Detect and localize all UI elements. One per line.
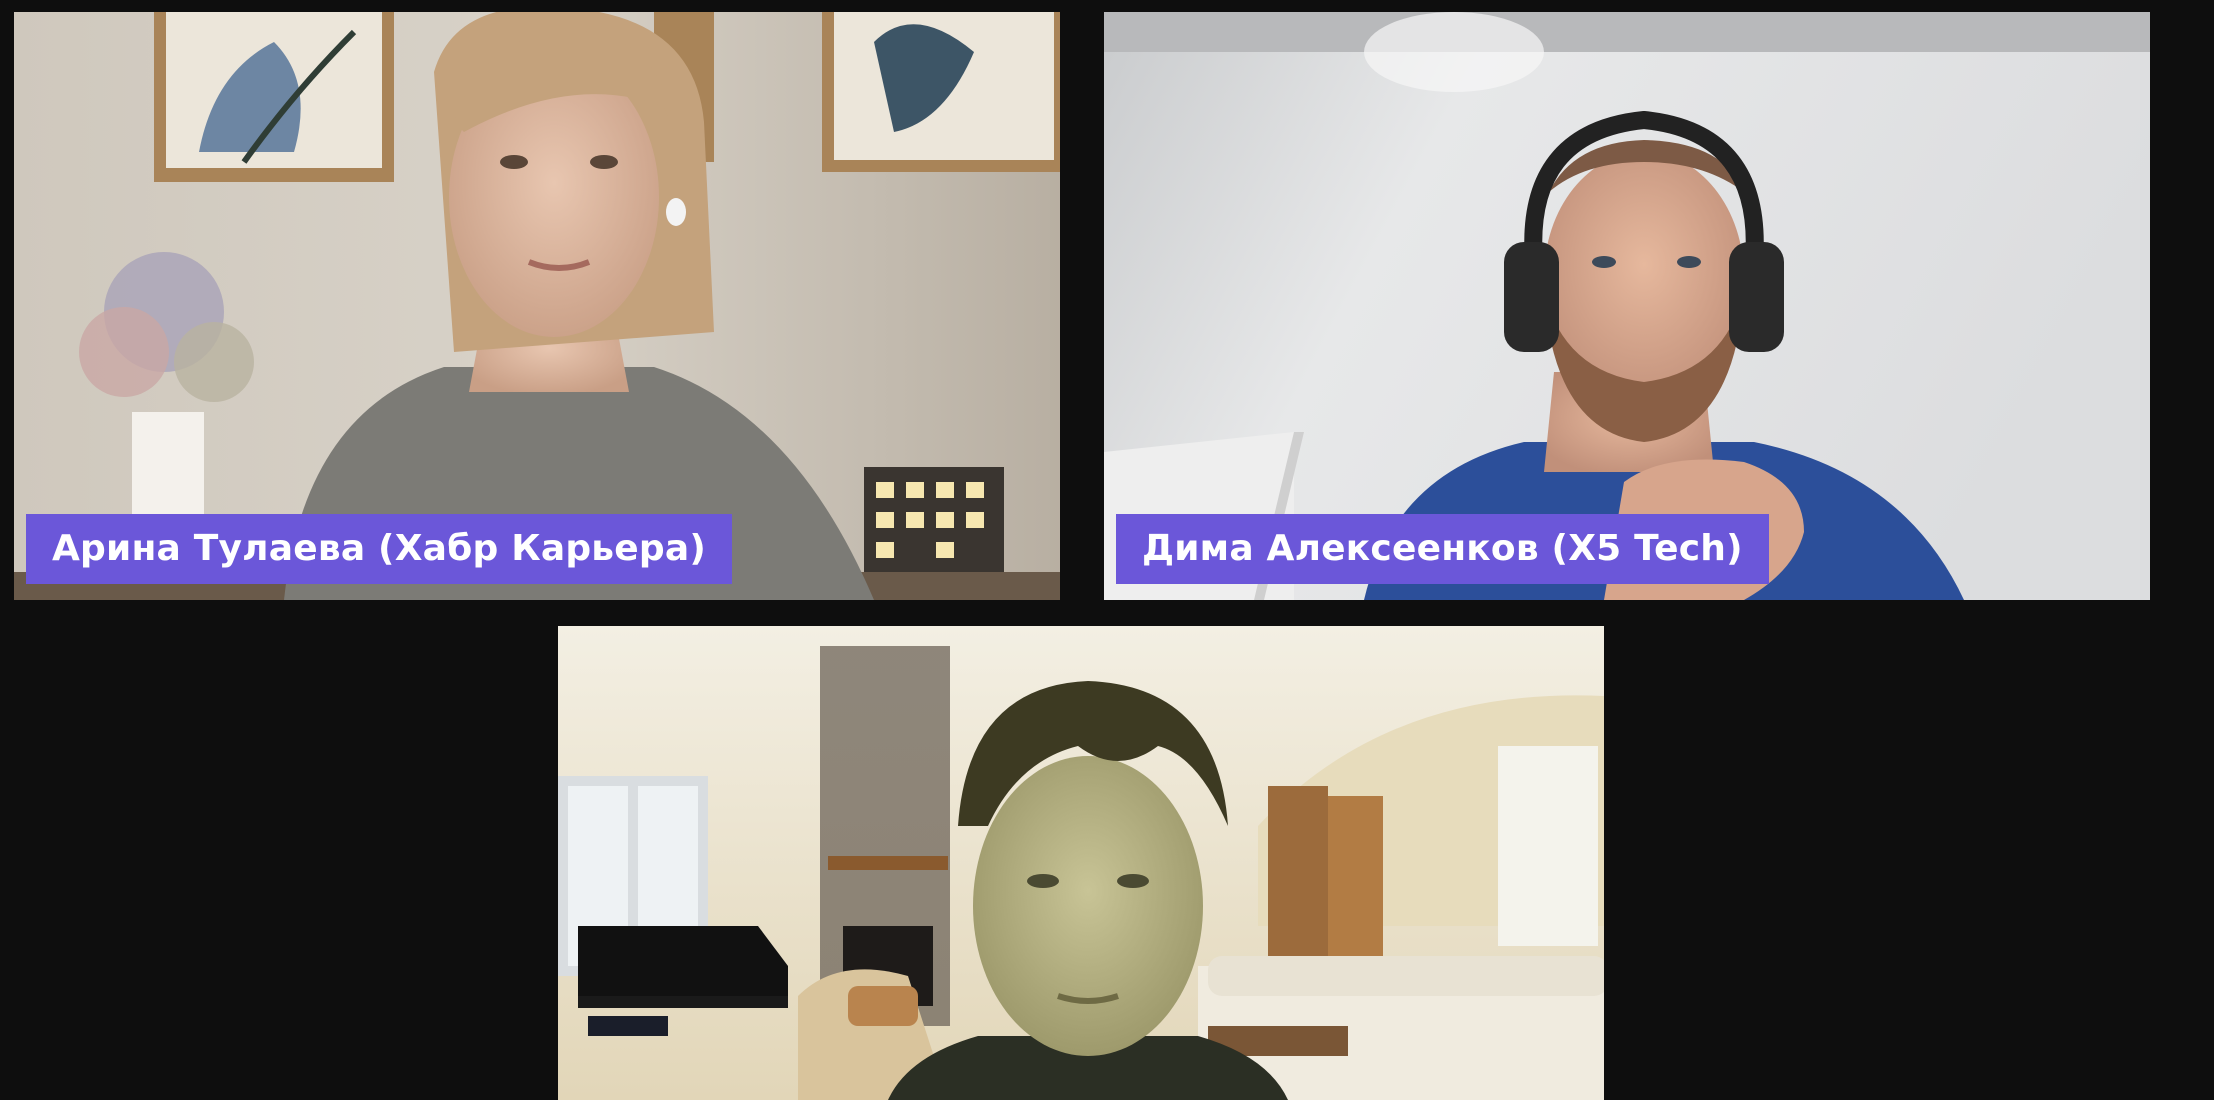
participant-name-label: Арина Тулаева (Хабр Карьера) — [26, 514, 732, 584]
participant-name-label: Дима Алексеенков (X5 Tech) — [1116, 514, 1769, 584]
video-call-gallery: Арина Тулаева (Хабр Карьера) Дима Алексе… — [0, 0, 2214, 1100]
participant-tile-third[interactable] — [558, 626, 1604, 1100]
participant-tile-dima[interactable]: Дима Алексеенков (X5 Tech) — [1104, 12, 2150, 600]
participant-video-dima — [1104, 12, 2150, 600]
participant-video-arina — [14, 12, 1060, 600]
participant-video-third — [558, 626, 1604, 1100]
participant-tile-arina[interactable]: Арина Тулаева (Хабр Карьера) — [14, 12, 1060, 600]
